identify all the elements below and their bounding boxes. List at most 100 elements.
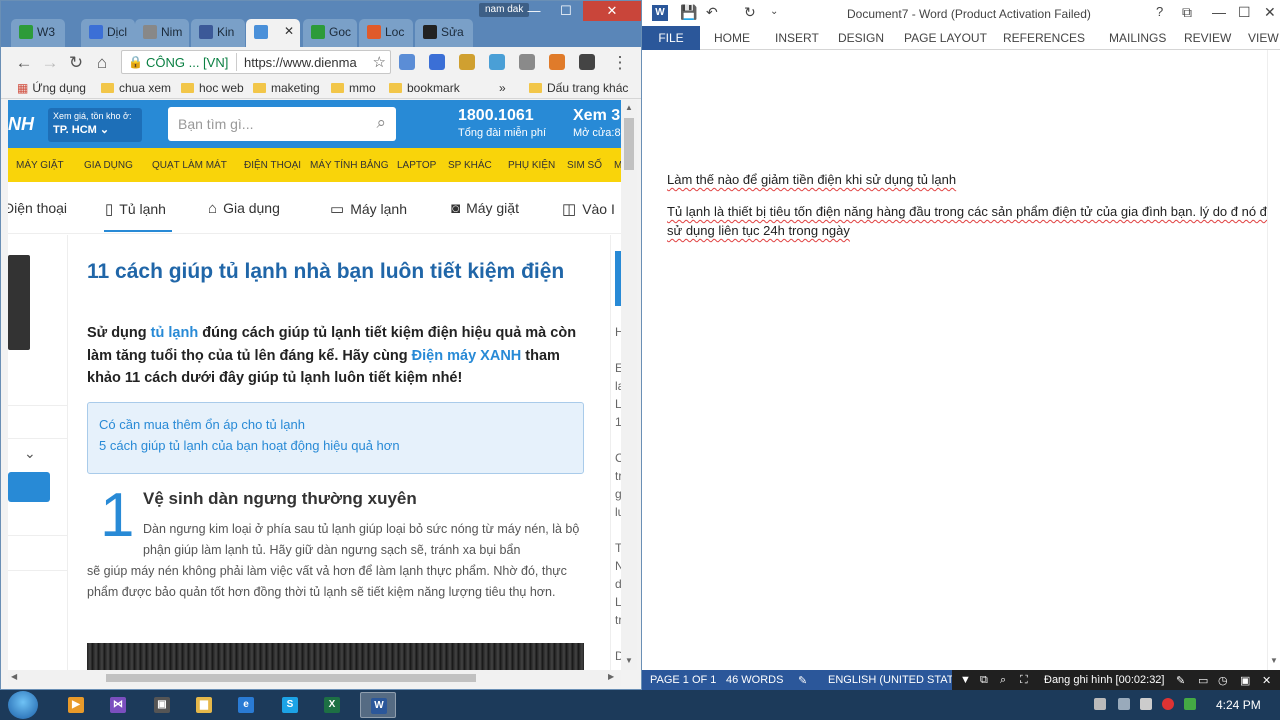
scroll-left-icon[interactable]: ◀ [11,672,17,681]
category-menu-item[interactable]: SP KHÁC [448,160,492,171]
extension-icon[interactable] [549,54,565,70]
proofing-icon[interactable]: ✎ [798,674,807,687]
reload-icon[interactable]: ↻ [65,52,87,74]
translate-extension-icon[interactable] [399,54,415,70]
clock-icon[interactable]: ◷ [1218,674,1228,687]
start-button[interactable] [8,691,38,719]
subnav-item[interactable]: ▯ Tủ lạnh [105,200,166,218]
horizontal-scrollbar[interactable]: ◀ ▶ [8,670,621,686]
skype-taskbar-button[interactable]: S [272,692,308,718]
sidebar-button[interactable] [8,472,50,502]
close-button[interactable]: ✕ [1264,4,1276,21]
close-icon[interactable]: ✕ [1262,674,1271,687]
product-thumbnail[interactable] [8,255,30,350]
browser-tab[interactable]: Nim [135,19,189,47]
document-canvas[interactable]: Làm thế nào để giảm tiền điện khi sử dụn… [642,50,1280,670]
word-app-icon[interactable]: W [652,5,668,21]
save-icon[interactable]: 💾 [680,4,697,21]
ribbon-tab[interactable]: REVIEW [1184,31,1231,45]
bookmark-star-icon[interactable]: ☆ [373,53,386,71]
subnav-item[interactable]: ⌂ Gia dụng [208,200,280,217]
browser-tab[interactable]: Dịcl [81,19,135,47]
crop-icon[interactable]: ⛶ [1020,674,1028,687]
browser-tab[interactable]: ✕ [246,19,300,47]
camera-icon[interactable]: ▣ [1240,674,1250,687]
settings-extension-icon[interactable] [459,54,475,70]
category-menu-item[interactable]: PHỤ KIỆN [508,160,555,171]
home-icon[interactable]: ⌂ [91,52,113,74]
related-link[interactable]: Có cần mua thêm ổn áp cho tủ lạnh [99,414,572,435]
url-text[interactable]: https://www.dienma [244,55,357,70]
dienmayxanh-link[interactable]: Điện máy XANH [412,348,522,364]
ribbon-tab[interactable]: INSERT [775,31,819,45]
category-menu-item[interactable]: MÁY GIẶT [16,160,64,171]
subnav-item[interactable]: Điện thoại [8,200,67,216]
scroll-down-icon[interactable]: ▼ [1270,656,1278,665]
search-icon[interactable]: ⌕ [376,113,386,133]
language-indicator[interactable]: ENGLISH (UNITED STATES) [828,674,972,686]
bookmarks-overflow[interactable]: » [499,81,506,95]
ribbon-tab[interactable]: PAGE LAYOUT [904,31,987,45]
help-button[interactable]: ? [1156,4,1163,19]
tray-icon[interactable] [1184,698,1196,710]
ribbon-tab[interactable]: HOME [714,31,750,45]
maximize-button[interactable]: ☐ [1238,4,1251,21]
volume-icon[interactable] [1140,698,1152,710]
undo-icon[interactable]: ↶ [706,4,718,21]
vertical-scroll-thumb[interactable] [624,118,634,170]
ribbon-tab[interactable]: FILE [642,26,700,50]
file-explorer-taskbar-button[interactable]: ▆ [186,692,222,718]
window-icon[interactable]: ⧉ [980,674,988,687]
category-menu-item[interactable]: M [614,160,621,171]
site-logo[interactable]: NH [8,114,34,135]
category-menu-item[interactable]: QUẠT LÀM MÁT [152,160,227,171]
bookmark-folder[interactable]: hoc web [181,81,244,95]
document-heading[interactable]: Làm thế nào để giảm tiền điện khi sử dụn… [667,172,956,187]
ribbon-tab[interactable]: VIEW [1248,31,1279,45]
browser-tab[interactable]: Goc [303,19,357,47]
ribbon-tab[interactable]: REFERENCES [1003,31,1085,45]
eraser-icon[interactable]: ▭ [1198,674,1208,687]
browser-tab[interactable]: W3 [11,19,65,47]
site-search-input[interactable]: Bạn tìm gì... ⌕ [168,107,396,141]
back-icon[interactable]: ← [13,52,35,74]
category-menu-item[interactable]: MÁY TÍNH BẢNG [310,160,389,171]
minimize-button[interactable]: — [519,1,549,21]
word-vertical-scrollbar[interactable]: ▼ [1267,50,1280,670]
scroll-up-icon[interactable]: ▲ [625,103,633,112]
browser-tab[interactable]: Loc [359,19,413,47]
bookmark-folder[interactable]: mmo [331,81,376,95]
close-tab-icon[interactable]: ✕ [284,24,294,38]
off-extension-icon[interactable] [519,54,535,70]
browser-tab[interactable]: Sửa [415,19,473,47]
document-paragraph[interactable]: Tủ lạnh là thiết bị tiêu tốn điện năng h… [667,202,1280,240]
location-picker[interactable]: Xem giá, tồn kho ở: TP. HCM ⌄ [48,108,142,142]
bookmark-folder[interactable]: maketing [253,81,320,95]
dropbox-extension-icon[interactable] [489,54,505,70]
store-info[interactable]: Xem 3 Mở cửa:8 [573,107,621,139]
camtasia-taskbar-button[interactable]: ▣ [144,692,180,718]
chrome-menu-icon[interactable]: ⋮ [609,52,631,74]
zoom-icon[interactable]: ⌕ [1000,674,1006,687]
network-icon[interactable] [1118,698,1130,710]
visual-studio-taskbar-button[interactable]: ⋈ [100,692,136,718]
bookmark-folder[interactable]: chua xem [101,81,171,95]
word-count[interactable]: 46 WORDS [726,674,783,686]
clock[interactable]: 4:24 PM [1216,698,1261,712]
apps-shortcut[interactable]: ▦ Ứng dụng [17,81,86,95]
media-player-taskbar-button[interactable]: ▶ [58,692,94,718]
horizontal-scroll-thumb[interactable] [106,674,476,682]
ribbon-display-options-icon[interactable]: ⧉ [1182,4,1192,21]
customize-quick-access-icon[interactable]: ⌄ [770,6,778,17]
chevron-down-icon[interactable]: ⌄ [24,445,36,462]
vertical-scrollbar[interactable]: ▲ ▼ [621,100,637,670]
fridge-link[interactable]: tủ lạnh [151,325,199,341]
record-icon[interactable] [1162,698,1174,710]
scroll-right-icon[interactable]: ▶ [608,672,614,681]
ribbon-tab[interactable]: DESIGN [838,31,884,45]
category-menu-item[interactable]: LAPTOP [397,160,436,171]
category-menu-item[interactable]: ĐIỆN THOẠI [244,160,301,171]
minimize-button[interactable]: — [1212,4,1226,20]
forward-icon[interactable]: → [39,52,61,74]
ribbon-tab[interactable]: MAILINGS [1109,31,1166,45]
